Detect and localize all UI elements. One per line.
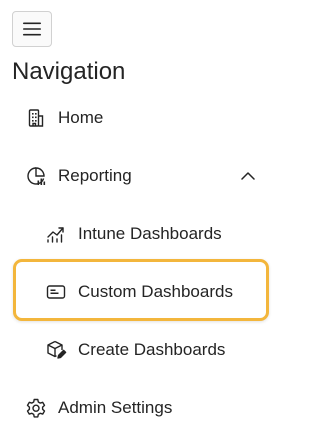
gear-icon bbox=[24, 396, 48, 420]
navigation-panel: Navigation Home Reporting Intune Dashboa… bbox=[0, 0, 288, 440]
dashboard-card-icon bbox=[44, 280, 68, 304]
trend-chart-icon bbox=[44, 222, 68, 246]
building-icon bbox=[24, 106, 48, 130]
nav-item-label: Create Dashboards bbox=[78, 340, 226, 359]
nav-item-create-dashboards[interactable]: Create Dashboards bbox=[44, 330, 225, 370]
nav-item-admin-settings[interactable]: Admin Settings bbox=[24, 388, 172, 428]
nav-item-label: Home bbox=[58, 108, 104, 127]
nav-item-label: Custom Dashboards bbox=[78, 282, 233, 301]
report-gauge-icon bbox=[24, 164, 48, 188]
nav-item-label: Intune Dashboards bbox=[78, 224, 222, 243]
cube-edit-icon bbox=[44, 338, 68, 362]
menu-button[interactable] bbox=[12, 11, 52, 47]
nav-item-custom-dashboards[interactable]: Custom Dashboards bbox=[44, 272, 233, 312]
nav-item-intune-dashboards[interactable]: Intune Dashboards bbox=[44, 214, 222, 254]
nav-title: Navigation bbox=[12, 58, 126, 85]
nav-item-home[interactable]: Home bbox=[24, 98, 103, 138]
nav-item-label: Reporting bbox=[58, 166, 132, 185]
nav-item-reporting[interactable]: Reporting bbox=[24, 156, 132, 196]
nav-item-label: Admin Settings bbox=[58, 398, 173, 417]
chevron-up-icon[interactable] bbox=[236, 164, 260, 188]
hamburger-icon bbox=[23, 22, 41, 36]
